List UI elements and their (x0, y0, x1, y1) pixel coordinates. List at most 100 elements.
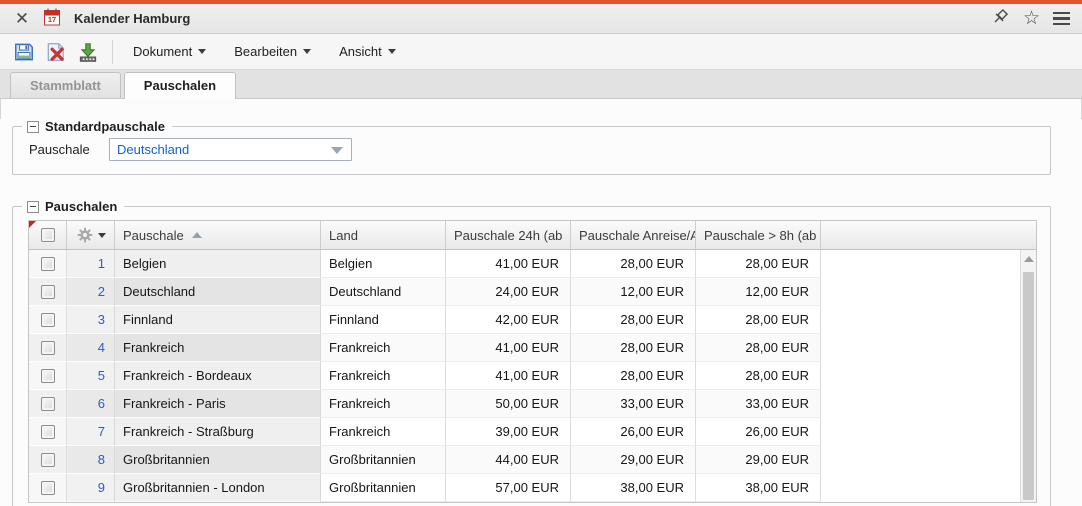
corner-flag-icon (29, 221, 36, 228)
menu-bearbeiten[interactable]: Bearbeiten (224, 38, 321, 65)
toolbar: Dokument Bearbeiten Ansicht (0, 34, 1082, 70)
discard-icon (45, 41, 67, 63)
cell-anreise: 26,00 EUR (571, 418, 696, 446)
row-checkbox-cell (29, 390, 67, 418)
row-number: 8 (67, 446, 115, 474)
star-icon[interactable]: ☆ (1023, 9, 1040, 28)
row-checkbox-cell (29, 446, 67, 474)
table-row[interactable]: 5 Frankreich - Bordeaux Frankreich 41,00… (29, 362, 1036, 390)
cell-pauschale: Großbritannien (115, 446, 321, 474)
tab-pauschalen-label: Pauschalen (144, 78, 216, 93)
cell-p8h: 33,00 EUR (696, 390, 821, 418)
cell-land: Großbritannien (321, 474, 446, 502)
row-checkbox[interactable] (41, 425, 55, 439)
row-checkbox[interactable] (41, 257, 55, 271)
cell-p8h: 29,00 EUR (696, 446, 821, 474)
column-header-pauschale-8h-label: Pauschale > 8h (ab (704, 228, 816, 243)
pauschale-combobox[interactable]: Deutschland (109, 138, 352, 161)
table-row[interactable]: 6 Frankreich - Paris Frankreich 50,00 EU… (29, 390, 1036, 418)
cell-anreise: 29,00 EUR (571, 446, 696, 474)
collapse-icon[interactable] (27, 121, 39, 133)
table-row[interactable]: 4 Frankreich Frankreich 41,00 EUR 28,00 … (29, 334, 1036, 362)
row-checkbox-cell (29, 278, 67, 306)
collapse-icon[interactable] (27, 201, 39, 213)
import-button[interactable] (74, 38, 102, 66)
column-header-land-label: Land (329, 228, 358, 243)
save-icon (13, 41, 35, 63)
table-row[interactable]: 8 Großbritannien Großbritannien 44,00 EU… (29, 446, 1036, 474)
sort-asc-icon (192, 232, 202, 238)
close-icon[interactable]: ✕ (12, 10, 32, 27)
row-checkbox[interactable] (41, 397, 55, 411)
column-header-pauschale-anreise-label: Pauschale Anreise/A (579, 228, 696, 243)
select-all-header-cell[interactable] (29, 221, 67, 249)
row-checkbox[interactable] (41, 481, 55, 495)
cell-anreise: 38,00 EUR (571, 474, 696, 502)
import-icon (77, 41, 99, 63)
toolbar-separator (112, 40, 113, 64)
scroll-up-icon[interactable] (1024, 256, 1034, 262)
grid-header: Pauschale Land Pauschale 24h (ab Pauscha… (29, 221, 1036, 250)
cell-p8h: 38,00 EUR (696, 474, 821, 502)
select-all-checkbox[interactable] (41, 228, 55, 242)
row-number: 9 (67, 474, 115, 502)
table-row[interactable]: 1 Belgien Belgien 41,00 EUR 28,00 EUR 28… (29, 250, 1036, 278)
column-header-pauschale-anreise[interactable]: Pauschale Anreise/A (571, 221, 696, 249)
row-number: 4 (67, 334, 115, 362)
cell-pauschale: Deutschland (115, 278, 321, 306)
row-checkbox-cell (29, 474, 67, 502)
discard-button[interactable] (42, 38, 70, 66)
row-checkbox[interactable] (41, 369, 55, 383)
tab-stammblatt-label: Stammblatt (30, 78, 101, 93)
save-button[interactable] (10, 38, 38, 66)
column-header-pauschale[interactable]: Pauschale (115, 221, 321, 249)
chevron-down-icon (198, 49, 206, 54)
cell-anreise: 33,00 EUR (571, 390, 696, 418)
column-header-pauschale-8h[interactable]: Pauschale > 8h (ab (696, 221, 821, 249)
combo-dropdown-icon[interactable] (331, 147, 343, 154)
menu-icon[interactable] (1053, 12, 1070, 25)
pauschalen-legend-label: Pauschalen (45, 199, 117, 214)
pin-icon[interactable] (990, 7, 1010, 30)
cell-land: Frankreich (321, 362, 446, 390)
column-header-pauschale-24h[interactable]: Pauschale 24h (ab (446, 221, 571, 249)
menu-ansicht[interactable]: Ansicht (329, 38, 406, 65)
row-checkbox-cell (29, 362, 67, 390)
chevron-down-icon (98, 233, 106, 238)
gear-icon (77, 227, 93, 243)
cell-p24h: 44,00 EUR (446, 446, 571, 474)
column-header-pauschale-label: Pauschale (123, 228, 184, 243)
row-number: 3 (67, 306, 115, 334)
vertical-scrollbar[interactable] (1020, 250, 1036, 502)
row-checkbox[interactable] (41, 341, 55, 355)
cell-p24h: 57,00 EUR (446, 474, 571, 502)
row-number: 7 (67, 418, 115, 446)
cell-anreise: 28,00 EUR (571, 306, 696, 334)
table-row[interactable]: 9 Großbritannien - London Großbritannien… (29, 474, 1036, 502)
menu-dokument[interactable]: Dokument (123, 38, 216, 65)
pauschalen-legend: Pauschalen (22, 199, 124, 214)
tab-pauschalen[interactable]: Pauschalen (124, 72, 236, 99)
table-row[interactable]: 7 Frankreich - Straßburg Frankreich 39,0… (29, 418, 1036, 446)
row-checkbox[interactable] (41, 453, 55, 467)
cell-land: Deutschland (321, 278, 446, 306)
menu-ansicht-label: Ansicht (339, 44, 382, 59)
pauschalen-grid: Pauschale Land Pauschale 24h (ab Pauscha… (28, 220, 1037, 503)
cell-pauschale: Belgien (115, 250, 321, 278)
grid-options-header-cell[interactable] (67, 221, 115, 249)
column-header-land[interactable]: Land (321, 221, 446, 249)
standardpauschale-legend: Standardpauschale (22, 119, 172, 134)
grid-options-button[interactable] (77, 227, 106, 243)
svg-text:17: 17 (48, 15, 56, 24)
row-checkbox[interactable] (41, 313, 55, 327)
cell-p8h: 28,00 EUR (696, 306, 821, 334)
column-header-pauschale-24h-label: Pauschale 24h (ab (454, 228, 562, 243)
table-row[interactable]: 3 Finnland Finnland 42,00 EUR 28,00 EUR … (29, 306, 1036, 334)
table-row[interactable]: 2 Deutschland Deutschland 24,00 EUR 12,0… (29, 278, 1036, 306)
cell-pauschale: Frankreich - Straßburg (115, 418, 321, 446)
tab-stammblatt[interactable]: Stammblatt (10, 72, 121, 98)
pauschale-combobox-value: Deutschland (117, 142, 189, 157)
scrollbar-thumb[interactable] (1023, 272, 1034, 500)
row-checkbox[interactable] (41, 285, 55, 299)
row-number: 5 (67, 362, 115, 390)
